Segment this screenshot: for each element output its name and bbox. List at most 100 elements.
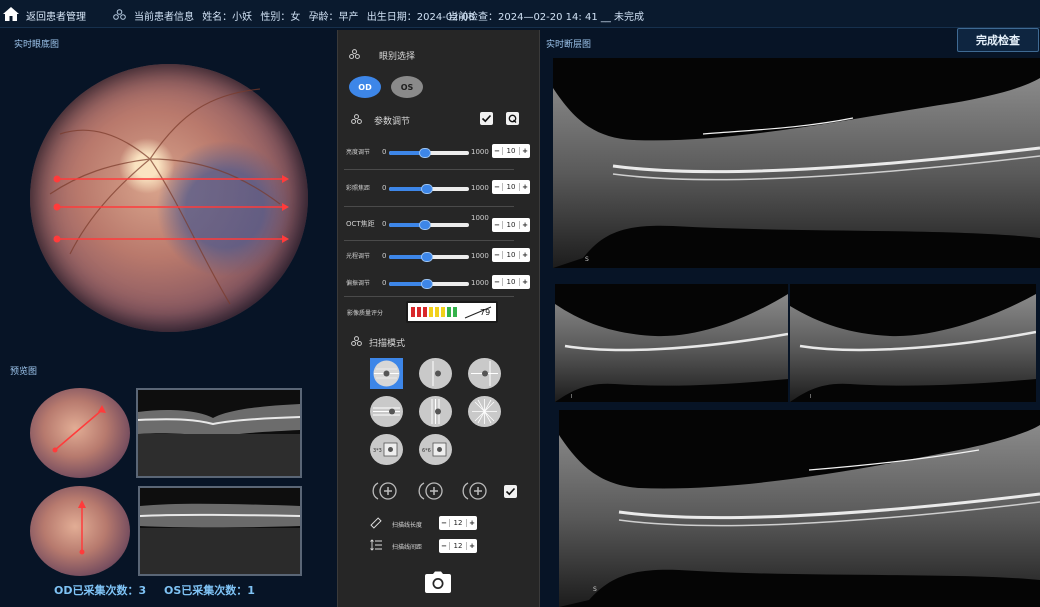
scan-mode-raster-button[interactable]: [370, 358, 403, 389]
scan-mode-vertical-button[interactable]: [419, 358, 452, 389]
decrement-button[interactable]: −: [492, 221, 502, 229]
add-scan-3-icon[interactable]: [462, 480, 490, 502]
home-icon[interactable]: [2, 5, 20, 23]
scan-mode-horizontal-raster-button[interactable]: [370, 396, 403, 427]
oct-bottom-marker: S: [593, 586, 597, 593]
increment-button[interactable]: +: [467, 542, 477, 550]
decrement-button[interactable]: −: [492, 183, 502, 191]
control-panel: 眼别选择 OD OS 参数调节 亮度调节 0 1000 −10 + 彩照焦距 0 …: [337, 30, 540, 607]
slider-thumb[interactable]: [419, 220, 431, 230]
patient-gestation: 孕龄：早产: [308, 12, 359, 23]
params-checkbox[interactable]: [480, 112, 493, 125]
color-focus-label: 彩照焦距: [346, 185, 371, 192]
color-focus-slider[interactable]: [389, 184, 469, 194]
polarization-label: 偏振调节: [346, 280, 371, 287]
os-capture-count: OS已采集次数：1: [163, 584, 255, 597]
capture-camera-icon[interactable]: [425, 571, 451, 593]
add-scan-2-icon[interactable]: [418, 480, 446, 502]
preview-od[interactable]: [30, 388, 302, 478]
scan-line-overlay: [49, 88, 290, 305]
divider: [344, 169, 514, 170]
scan-mode-cross-button[interactable]: [468, 358, 501, 389]
slider-thumb[interactable]: [420, 184, 433, 194]
scan-mode-icon: [351, 336, 362, 346]
scan-mode-title: 扫描模式: [369, 339, 406, 349]
radial-scan-icon: [472, 399, 497, 424]
slider-max: 1000: [471, 252, 489, 260]
scan-mode-vertical-raster-button[interactable]: [419, 396, 452, 427]
preview-bscan-od: [136, 388, 302, 478]
oct-focus-slider[interactable]: [389, 220, 469, 230]
oct-focus-slider-row: OCT焦距 0 1000 −10 +: [338, 214, 541, 236]
path-length-label: 光程调节: [346, 253, 371, 260]
stepper-value[interactable]: 12: [449, 519, 467, 527]
increment-button[interactable]: +: [520, 147, 530, 155]
slider-min: 0: [382, 220, 387, 228]
decrement-button[interactable]: −: [492, 251, 502, 259]
patient-name: 姓名：小妖: [202, 12, 253, 23]
increment-button[interactable]: +: [467, 519, 477, 527]
oct-right-bscan[interactable]: I: [790, 284, 1036, 402]
scan-confirm-checkbox[interactable]: [504, 485, 517, 498]
stepper-value[interactable]: 10: [502, 251, 520, 259]
polarization-slider-row: 偏振调节 0 1000 −10 +: [338, 273, 541, 295]
increment-button[interactable]: +: [520, 183, 530, 191]
preview-os[interactable]: [30, 486, 302, 576]
brightness-stepper: −10 +: [492, 144, 530, 158]
polarization-slider[interactable]: [389, 279, 469, 289]
os-eye-button[interactable]: OS: [391, 76, 423, 98]
polarization-stepper: −10 +: [492, 275, 530, 289]
live-oct-title: 实时断层图: [546, 40, 592, 50]
brightness-slider-row: 亮度调节 0 1000 −10 +: [338, 142, 541, 164]
decrement-button[interactable]: −: [439, 519, 449, 527]
stepper-value[interactable]: 10: [502, 147, 520, 155]
slider-thumb[interactable]: [420, 279, 433, 289]
stepper-value[interactable]: 12: [449, 542, 467, 550]
scan-line-bottom[interactable]: [53, 235, 290, 243]
increment-button[interactable]: +: [520, 278, 530, 286]
preview-od-scan-arrow: [52, 405, 106, 453]
preview-os-scan-arrow: [78, 500, 86, 555]
back-to-patient-management[interactable]: 返回患者管理: [26, 8, 86, 23]
decrement-button[interactable]: −: [492, 278, 502, 286]
current-exam-info: 当前检查：2024—02-20 14: 41 __ 未完成: [448, 12, 645, 23]
cube-6x6-icon: 6*6: [422, 442, 447, 457]
oct-main-bscan[interactable]: S: [553, 58, 1040, 268]
horizontal-raster-icon: [373, 407, 400, 416]
scan-mode-radial-button[interactable]: [468, 396, 501, 427]
reset-params-button[interactable]: [506, 112, 519, 125]
oct-right-marker: I: [810, 394, 811, 400]
check-icon: [481, 114, 492, 123]
scan-length-stepper: −12 +: [439, 516, 477, 530]
scan-line-top[interactable]: [53, 175, 290, 183]
scan-mode-3x3-button[interactable]: 3*3: [370, 434, 403, 465]
line-spacing-icon: [370, 539, 382, 551]
increment-button[interactable]: +: [520, 251, 530, 259]
path-length-slider[interactable]: [389, 252, 469, 262]
params-icon: [351, 114, 362, 124]
complete-exam-button[interactable]: 完成检查: [957, 28, 1039, 52]
brightness-slider[interactable]: [389, 148, 469, 158]
increment-button[interactable]: +: [520, 221, 530, 229]
scan-line-middle[interactable]: [53, 203, 290, 211]
slider-thumb[interactable]: [420, 252, 433, 262]
live-fundus-image[interactable]: [30, 64, 308, 332]
oct-left-marker: I: [571, 394, 572, 400]
decrement-button[interactable]: −: [492, 147, 502, 155]
stepper-value[interactable]: 10: [502, 183, 520, 191]
oct-bottom-bscan[interactable]: S: [559, 410, 1040, 607]
stepper-value[interactable]: 10: [502, 278, 520, 286]
top-bar: 返回患者管理 当前患者信息 姓名：小妖 性别：女 孕龄：早产 出生日期：2024…: [0, 0, 1040, 28]
stepper-value[interactable]: 10: [502, 221, 520, 229]
add-scan-1-icon[interactable]: [372, 480, 400, 502]
image-quality-gauge: 79: [406, 301, 498, 323]
slider-max: 1000: [471, 148, 489, 156]
slider-thumb[interactable]: [419, 148, 431, 158]
decrement-button[interactable]: −: [439, 542, 449, 550]
capture-counts: OD已采集次数：3 OS已采集次数：1: [54, 582, 269, 598]
scan-mode-6x6-button[interactable]: 6*6: [419, 434, 452, 465]
od-eye-button[interactable]: OD: [349, 76, 381, 98]
live-fundus-title: 实时眼底图: [14, 40, 60, 50]
oct-left-bscan[interactable]: I: [555, 284, 788, 402]
slider-max: 1000: [471, 214, 489, 222]
